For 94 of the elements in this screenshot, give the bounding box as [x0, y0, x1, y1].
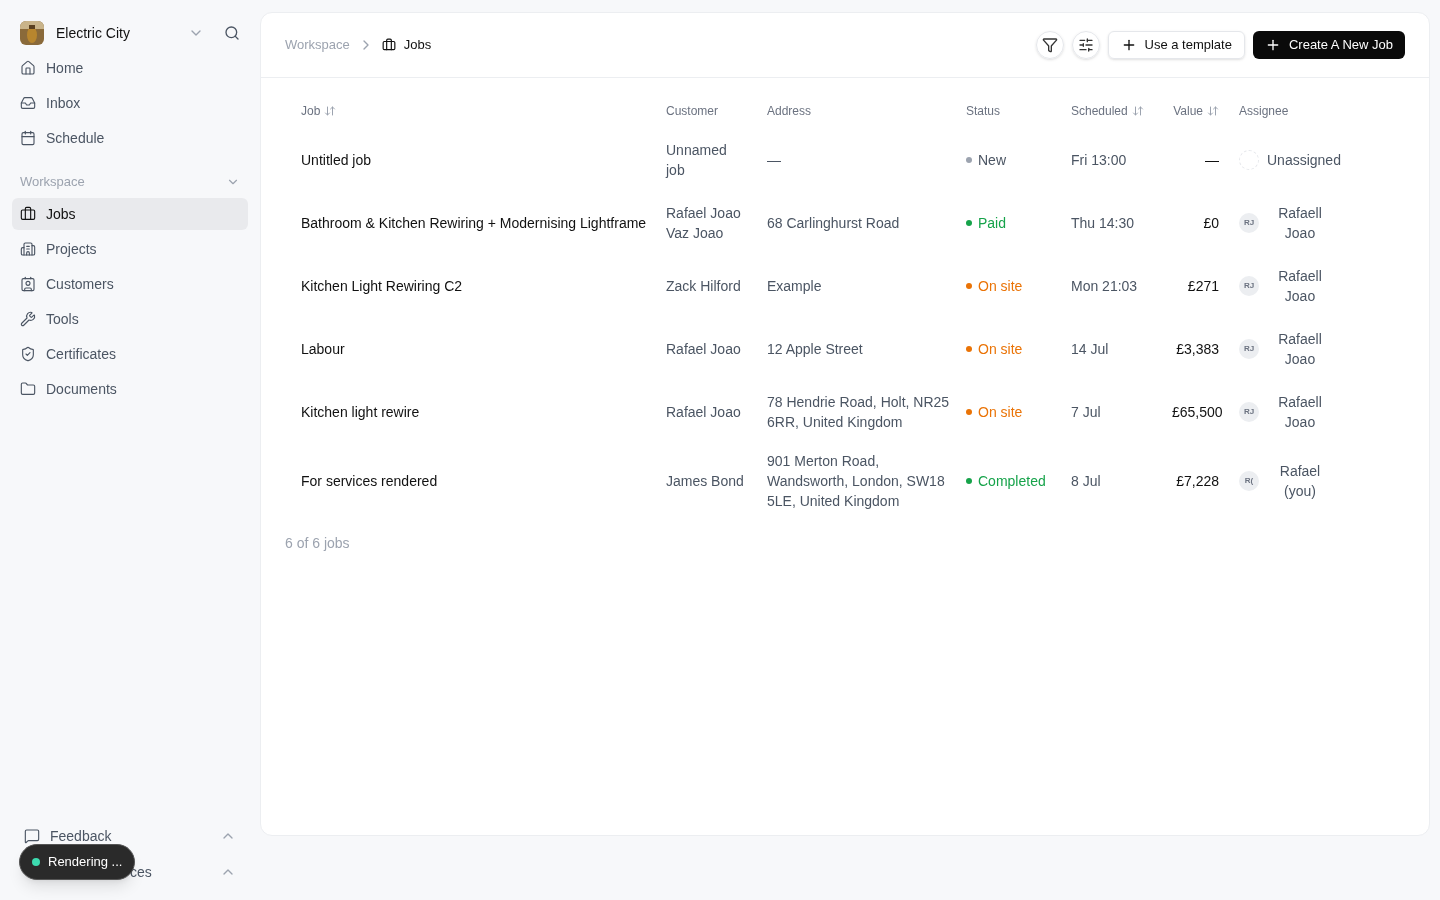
table-cell: —	[1205, 151, 1219, 168]
table-cell: 14 Jul	[1071, 340, 1109, 357]
assignee-name: Unassigned	[1267, 150, 1341, 170]
workspace-name: Electric City	[56, 23, 131, 43]
table-row[interactable]: Bathroom & Kitchen Rewiring + Modernising Lightframe Rafael Joao Vaz Joao 68 Carlinghurst Road Paid Thu 14:30 £0 RJ Rafaell Joao	[285, 191, 1405, 254]
sidebar-item[interactable]: Documents	[12, 373, 248, 405]
column-header[interactable]: Scheduled	[1071, 102, 1144, 120]
filter-icon	[1041, 37, 1058, 53]
column-header: Address	[767, 103, 812, 120]
table-cell: 68 Carlinghurst Road	[767, 214, 900, 231]
sort-icon	[1131, 105, 1144, 117]
column-header: Customer	[666, 103, 718, 120]
assignee-name: Rafaell Joao	[1277, 203, 1323, 243]
table-cell: 7 Jul	[1071, 403, 1101, 420]
assignee-name: Rafaell Joao	[1277, 392, 1323, 432]
create-job-button[interactable]: Create A New Job	[1252, 31, 1405, 59]
table-cell: Zack Hilford	[666, 277, 741, 294]
sidebar-item[interactable]: Inbox	[12, 87, 248, 119]
table-cell: Fri 13:00	[1071, 151, 1127, 168]
table-row[interactable]: For services rendered James Bond 901 Merton Road, Wandsworth, London, SW18 5LE, United Kingdom Completed 8 Jul £7,228 R( Rafael (you)	[285, 443, 1405, 519]
sliders-icon	[1077, 37, 1094, 53]
job-title: Bathroom & Kitchen Rewiring + Modernising Lightframe	[301, 214, 647, 231]
table-cell: 78 Hendrie Road, Holt, NR25 6RR, United Kingdom	[767, 393, 950, 430]
avatar: RJ	[1239, 212, 1259, 233]
wrench-icon	[20, 311, 36, 327]
table-cell: Example	[767, 277, 822, 294]
table-cell: —	[767, 151, 781, 168]
sort-icon	[1207, 105, 1219, 117]
table-row[interactable]: Kitchen Light Rewiring C2 Zack Hilford Example On site Mon 21:03 £271 RJ Rafaell Joao	[285, 254, 1405, 317]
table-row[interactable]: Labour Rafael Joao 12 Apple Street On site 14 Jul £3,383 RJ Rafaell Joao	[285, 317, 1405, 380]
shield-check-icon	[20, 346, 36, 362]
table-cell: Rafael Joao	[666, 340, 741, 357]
job-title: Kitchen Light Rewiring C2	[301, 277, 463, 294]
avatar: RJ	[1239, 401, 1259, 422]
sidebar-item[interactable]: Feedback	[50, 825, 220, 847]
home-icon	[20, 60, 36, 76]
sidebar-item[interactable]: Projects	[12, 233, 248, 265]
sort-icon	[324, 105, 337, 117]
table-cell: Unnamed job	[666, 141, 727, 178]
breadcrumb-current: Jobs	[403, 36, 432, 55]
table-row[interactable]: Untitled job Unnamed job — New Fri 13:00 — Unassigned	[285, 128, 1405, 191]
column-header: Assignee	[1239, 103, 1289, 120]
job-title: Labour	[301, 340, 345, 357]
table-row[interactable]: Kitchen light rewire Rafael Joao 78 Hendrie Road, Holt, NR25 6RR, United Kingdom On site 7 Jul £65,500 RJ Rafaell Joao	[285, 380, 1405, 443]
briefcase-icon	[20, 206, 36, 222]
inbox-icon	[20, 95, 36, 111]
table-cell: James Bond	[666, 473, 744, 489]
column-header: Status	[966, 103, 1001, 120]
assignee-name: Rafaell Joao	[1277, 266, 1323, 306]
column-header[interactable]: Job	[301, 102, 337, 120]
status-label: On site	[978, 339, 1023, 359]
section-label: Workspace	[20, 173, 85, 192]
search-icon[interactable]	[224, 25, 240, 41]
chat-bubble-icon	[24, 828, 40, 844]
sidebar-item[interactable]: Certificates	[12, 338, 248, 370]
column-header[interactable]: Value	[1173, 102, 1219, 120]
table-cell: £65,500	[1172, 403, 1223, 420]
table-cell: £7,228	[1176, 473, 1219, 489]
job-title: Kitchen light rewire	[301, 403, 420, 420]
table-cell: 12 Apple Street	[767, 340, 863, 357]
assignee-name: Rafael (you)	[1278, 462, 1322, 501]
avatar: R(	[1239, 471, 1259, 491]
table-cell: £271	[1187, 277, 1219, 294]
sidebar-item[interactable]: Tools	[12, 303, 248, 335]
assignee-name: Rafaell Joao	[1277, 329, 1323, 369]
table-cell: 8 Jul	[1071, 473, 1101, 489]
toast-label: Rendering ...	[48, 853, 123, 872]
table-cell: Rafael Joao Vaz Joao	[666, 204, 741, 241]
status-label: On site	[978, 276, 1023, 296]
table-cell: Mon 21:03	[1071, 277, 1138, 294]
folder-icon	[20, 381, 36, 397]
sidebar-item[interactable]: Home	[12, 52, 248, 84]
status-label: Paid	[978, 213, 1007, 233]
table-cell: £0	[1203, 214, 1219, 231]
calendar-icon	[20, 130, 36, 146]
building-icon	[20, 241, 36, 257]
status-label: Completed	[978, 472, 1046, 491]
table-cell: 901 Merton Road, Wandsworth, London, SW18 5LE, United Kingdom	[767, 453, 945, 509]
row-count: 6 of 6 jobs	[285, 535, 350, 551]
sidebar-item[interactable]: Jobs	[12, 198, 248, 230]
table-cell: Rafael Joao	[666, 403, 741, 420]
table-cell: £3,383	[1176, 340, 1219, 357]
sidebar-item[interactable]: Schedule	[12, 122, 248, 154]
contact-card-icon	[20, 276, 36, 292]
status-label: New	[978, 150, 1006, 170]
sidebar-item[interactable]: Customers	[12, 268, 248, 300]
briefcase-icon	[381, 38, 396, 52]
avatar: RJ	[1239, 275, 1259, 296]
template-button[interactable]: Use a template	[1107, 31, 1245, 59]
avatar: RJ	[1239, 338, 1259, 359]
job-title: Untitled job	[301, 151, 372, 168]
table-cell: Thu 14:30	[1071, 214, 1135, 231]
job-title: For services rendered	[301, 473, 438, 489]
status-label: On site	[978, 402, 1023, 422]
